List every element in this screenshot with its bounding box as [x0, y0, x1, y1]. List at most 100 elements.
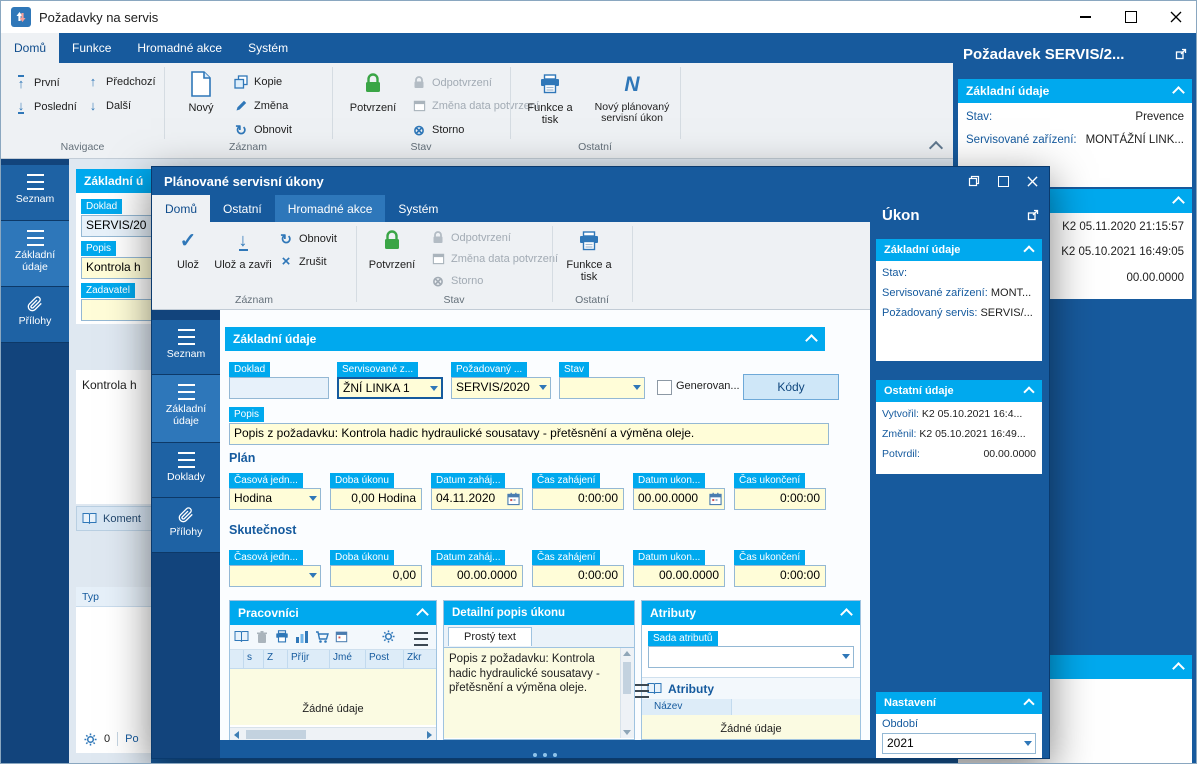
- sada-atributu-field[interactable]: [648, 646, 854, 668]
- sidebar-item-zakladni-udaje[interactable]: Základní údaje: [1, 221, 69, 287]
- change-button[interactable]: Změna: [233, 99, 288, 112]
- skutecnost-casova-field[interactable]: [229, 565, 321, 587]
- column-header-nazev[interactable]: Název: [642, 699, 732, 715]
- cart-icon[interactable]: [315, 630, 329, 647]
- modal-tab-system[interactable]: Systém: [385, 195, 451, 222]
- modal-maximize-button[interactable]: [991, 171, 1015, 191]
- sidebar-item-prilohy[interactable]: Přílohy: [1, 287, 69, 343]
- tab-funkce[interactable]: Funkce: [59, 33, 124, 63]
- calendar-icon[interactable]: [507, 492, 520, 506]
- new-button[interactable]: Nový: [177, 69, 225, 114]
- generovano-checkbox[interactable]: [657, 380, 672, 395]
- column-header[interactable]: Příjr: [288, 650, 330, 668]
- form-zakladni-header[interactable]: Základní údaje: [225, 327, 825, 351]
- plan-doba-field[interactable]: 0,00 Hodina: [330, 488, 422, 510]
- zarizeni-field[interactable]: ŽNÍ LINKA 1: [337, 377, 443, 399]
- menu-icon[interactable]: [635, 684, 649, 698]
- kody-button[interactable]: Kódy: [743, 374, 839, 400]
- skutecnost-datum-zahajeni-field[interactable]: 00.00.0000: [431, 565, 523, 587]
- copy-button[interactable]: Kopie: [233, 75, 282, 89]
- scrollbar-thumb[interactable]: [246, 730, 306, 739]
- tab-system[interactable]: Systém: [235, 33, 301, 63]
- browse-icon[interactable]: [647, 682, 662, 698]
- column-header[interactable]: Z: [264, 650, 288, 668]
- detail-text[interactable]: Popis z požadavku: Kontrola hadic hydrau…: [449, 652, 616, 696]
- skutecnost-doba-field[interactable]: 0,00: [330, 565, 422, 587]
- ukon-zakladni-header[interactable]: Základní údaje: [876, 239, 1042, 261]
- plan-casova-field[interactable]: Hodina: [229, 488, 321, 510]
- gear-icon[interactable]: [382, 630, 395, 646]
- plan-cas-zahajeni-field[interactable]: 0:00:00: [532, 488, 624, 510]
- pracovnici-header[interactable]: Pracovníci: [230, 601, 436, 625]
- modal-storno-button[interactable]: ⊗ Storno: [430, 274, 483, 288]
- column-header[interactable]: Zkr: [404, 650, 434, 668]
- skutecnost-cas-zahajeni-field[interactable]: 0:00:00: [532, 565, 624, 587]
- detail-popis-header[interactable]: Detailní popis úkonu: [444, 601, 634, 625]
- plan-datum-ukonceni-field[interactable]: 00.00.0000: [633, 488, 725, 510]
- ukon-nastaveni-header[interactable]: Nastavení: [876, 692, 1042, 714]
- last-button[interactable]: ↓ Poslední: [13, 99, 77, 114]
- close-button[interactable]: [1153, 1, 1196, 33]
- column-header[interactable]: Jmé: [330, 650, 366, 668]
- calendar-icon[interactable]: [335, 630, 348, 646]
- chart-icon[interactable]: [295, 630, 309, 647]
- modal-tab-domu[interactable]: Domů: [152, 195, 211, 222]
- ribbon-collapse-icon[interactable]: [928, 140, 944, 156]
- plan-datum-zahajeni-field[interactable]: 04.11.2020: [431, 488, 523, 510]
- modal-sidebar-item-seznam[interactable]: Seznam: [152, 320, 220, 375]
- column-header[interactable]: Post: [366, 650, 404, 668]
- first-button[interactable]: ↑ První: [13, 75, 60, 90]
- unconfirm-button[interactable]: Odpotvrzení: [411, 75, 492, 90]
- modal-sidebar-item-zakladni-udaje[interactable]: Základní údaje: [152, 375, 220, 443]
- menu-icon[interactable]: [414, 632, 428, 646]
- request-zakladni-header[interactable]: Základní údaje: [958, 79, 1192, 103]
- refresh-button[interactable]: ↻ Obnovit: [233, 123, 292, 137]
- modal-unconfirm-button[interactable]: Odpotvrzení: [430, 230, 511, 245]
- new-planned-task-button[interactable]: N Nový plánovaný servisní úkon: [589, 69, 675, 124]
- tab-prosty-text[interactable]: Prostý text: [448, 627, 532, 646]
- column-header[interactable]: s: [244, 650, 264, 668]
- plan-cas-ukonceni-field[interactable]: 0:00:00: [734, 488, 826, 510]
- modal-sidebar-item-doklady[interactable]: Doklady: [152, 443, 220, 498]
- atributy-header[interactable]: Atributy: [642, 601, 860, 625]
- modal-tab-hromadne-akce[interactable]: Hromadné akce: [274, 195, 386, 222]
- obdobi-field[interactable]: 2021: [882, 733, 1036, 754]
- printer-icon[interactable]: [275, 630, 289, 646]
- column-header[interactable]: [230, 650, 244, 668]
- scroll-left-icon[interactable]: [234, 731, 239, 739]
- scrollbar-thumb[interactable]: [623, 662, 631, 694]
- stav-field[interactable]: [559, 377, 645, 399]
- undock-icon[interactable]: [1027, 209, 1039, 224]
- next-button[interactable]: ↓ Další: [85, 99, 131, 112]
- modal-functions-print-button[interactable]: Funkce a tisk: [560, 226, 618, 283]
- previous-button[interactable]: ↑ Předchozí: [85, 75, 156, 88]
- minimize-button[interactable]: [1063, 1, 1108, 33]
- scroll-down-icon[interactable]: [623, 730, 631, 735]
- change-confirm-date-button[interactable]: Změna data potvrzení: [411, 99, 539, 112]
- save-button[interactable]: ✓ Ulož: [166, 226, 210, 271]
- tab-domu[interactable]: Domů: [1, 33, 60, 63]
- ukon-ostatni-header[interactable]: Ostatní údaje: [876, 380, 1042, 402]
- maximize-button[interactable]: [1108, 1, 1153, 33]
- calendar-icon[interactable]: [709, 492, 722, 506]
- save-close-button[interactable]: ↓ Ulož a zavři: [214, 226, 272, 271]
- modal-sidebar-item-prilohy[interactable]: Přílohy: [152, 498, 220, 553]
- pozadovany-field[interactable]: SERVIS/2020: [451, 377, 551, 399]
- vertical-scrollbar[interactable]: [620, 648, 634, 738]
- skutecnost-datum-ukonceni-field[interactable]: 00.00.0000: [633, 565, 725, 587]
- doklad-field[interactable]: [229, 377, 329, 399]
- sidebar-item-seznam[interactable]: Seznam: [1, 165, 69, 221]
- scroll-right-icon[interactable]: [427, 731, 432, 739]
- modal-refresh-button[interactable]: ↻ Obnovit: [278, 232, 337, 246]
- modal-change-confirm-date-button[interactable]: Změna data potvrzení: [430, 252, 558, 265]
- undock-icon[interactable]: [1175, 48, 1187, 63]
- functions-print-button[interactable]: Funkce a tisk: [521, 69, 579, 126]
- modal-cancel-button[interactable]: × Zrušit: [278, 254, 327, 269]
- popis-field[interactable]: Popis z požadavku: Kontrola hadic hydrau…: [229, 423, 829, 445]
- tab-hromadne-akce[interactable]: Hromadné akce: [124, 33, 235, 63]
- scroll-up-icon[interactable]: [623, 651, 631, 656]
- storno-button[interactable]: ⊗ Storno: [411, 123, 464, 137]
- modal-close-button[interactable]: [1020, 171, 1044, 191]
- confirm-button[interactable]: Potvrzení: [345, 69, 401, 114]
- modal-restore-button[interactable]: [962, 171, 986, 191]
